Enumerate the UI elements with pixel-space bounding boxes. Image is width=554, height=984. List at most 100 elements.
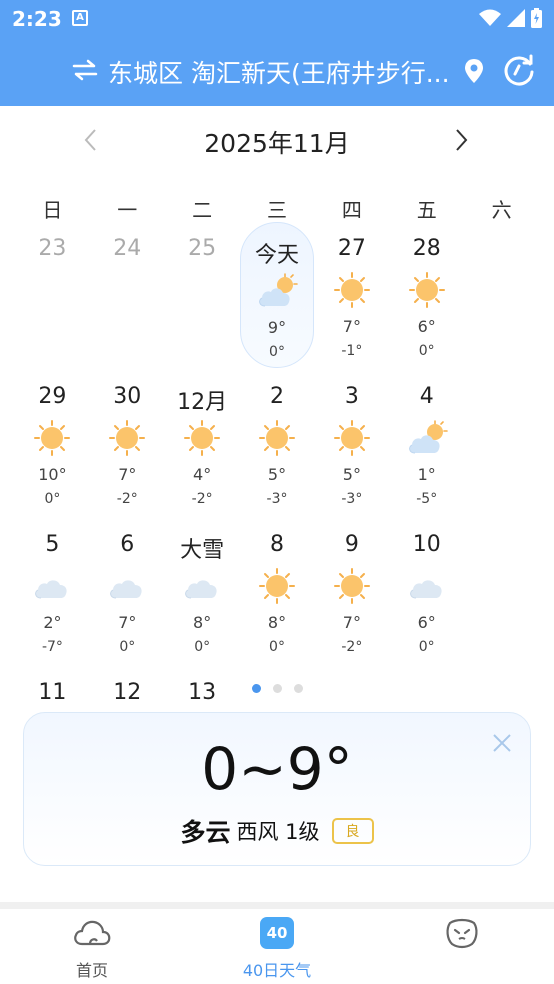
calendar-day[interactable]: 12月 4° -2° (165, 370, 240, 518)
sunny-icon (331, 566, 373, 606)
day-label: 4 (419, 384, 434, 409)
sunny-icon (331, 418, 373, 458)
day-label: 6 (120, 532, 135, 557)
day-low-temp: 0° (418, 343, 435, 359)
weekday-label: 一 (117, 198, 138, 222)
calendar-day[interactable]: 10 6° 0° (389, 518, 464, 666)
wifi-icon (479, 9, 501, 26)
day-low-temp: -2° (191, 491, 213, 507)
weekday-label: 三 (267, 198, 287, 222)
divider (0, 902, 554, 909)
calendar-day[interactable]: 27 7° -1° (314, 222, 389, 370)
day-label: 5 (45, 532, 60, 557)
day-low-temp: 0° (269, 639, 285, 655)
nav-40-day-label: 40日天气 (242, 961, 312, 980)
day-summary-card: 0~9° 多云 西风 1级 良 (23, 712, 531, 866)
page-dot-active[interactable] (251, 684, 261, 693)
day-label: 3 (344, 384, 359, 409)
wind-info: 西风 1级 (236, 820, 320, 844)
cloudy-icon (406, 566, 448, 606)
aqi-badge: 良 (331, 818, 374, 844)
day-label: 30 (113, 384, 142, 409)
day-high-temp: 1° (417, 465, 436, 484)
cloudy-icon (181, 566, 223, 606)
signal-icon (507, 9, 525, 27)
swap-icon[interactable] (72, 58, 98, 82)
location-name[interactable]: 东城区 淘汇新天(王府井步行... (108, 54, 458, 90)
day-high-temp: 7° (118, 465, 137, 484)
nav-face[interactable] (392, 909, 532, 984)
day-high-temp: 7° (342, 317, 361, 336)
day-low-temp: -5° (416, 491, 438, 507)
day-high-temp: 6° (417, 317, 436, 336)
page-dot[interactable] (293, 684, 303, 693)
day-low-temp: -2° (341, 639, 363, 655)
day-label: 9 (344, 532, 359, 557)
partly-cloudy-icon (256, 271, 298, 311)
day-label: 今天 (255, 243, 300, 268)
location-pin-icon[interactable] (463, 58, 485, 84)
day-low-temp: -3° (266, 491, 288, 507)
day-label: 28 (412, 236, 441, 261)
cloudy-icon (106, 566, 148, 606)
bottom-navigation: 首页 40 40日天气 (0, 909, 554, 984)
day-low-temp: -2° (116, 491, 138, 507)
day-label: 24 (113, 236, 142, 261)
day-high-temp: 4° (193, 465, 212, 484)
face-icon (446, 918, 478, 949)
calendar-day[interactable]: 9 7° -2° (314, 518, 389, 666)
weekday-label: 六 (491, 198, 512, 222)
day-low-temp: -3° (341, 491, 363, 507)
calendar-day[interactable]: 28 6° 0° (389, 222, 464, 370)
day-low-temp: -7° (41, 639, 63, 655)
day-low-temp: 0° (44, 491, 61, 507)
day-high-temp: 8° (193, 613, 212, 632)
day-high-temp: 7° (342, 613, 361, 632)
calendar-day[interactable]: 大雪 8° 0° (165, 518, 240, 666)
notification-icon: A (72, 10, 88, 26)
day-label: 2 (270, 384, 284, 409)
weekday-label: 四 (341, 198, 362, 222)
calendar-day[interactable]: 30 7° -2° (90, 370, 165, 518)
day-high-temp: 5° (267, 465, 287, 484)
calendar-day[interactable]: 2 5° -3° (240, 370, 315, 518)
cloudy-icon (31, 566, 73, 606)
calendar-day[interactable]: 5 2° -7° (15, 518, 90, 666)
day-high-temp: 10° (38, 465, 67, 484)
status-bar: 2:23 A (0, 0, 554, 38)
day-low-temp: -1° (341, 343, 363, 359)
calendar-day[interactable]: 23 (15, 222, 90, 370)
weather-condition: 多云 (180, 818, 231, 847)
calendar-day[interactable]: 29 10° 0° (15, 370, 90, 518)
calendar-day[interactable]: 6 7° 0° (90, 518, 165, 666)
calendar-day[interactable]: 24 (90, 222, 165, 370)
nav-40-day[interactable]: 40 40日天气 (207, 909, 347, 984)
temperature-range: 0~9° (201, 735, 353, 803)
refresh-icon[interactable] (502, 54, 536, 88)
calendar-day[interactable]: 3 5° -3° (314, 370, 389, 518)
month-navigation: 2025年11月 (0, 118, 554, 164)
day-label: 25 (188, 236, 217, 261)
day-high-temp: 2° (43, 613, 62, 632)
nav-home-label: 首页 (75, 961, 108, 980)
sunny-icon (256, 418, 298, 458)
cloud-icon (74, 920, 111, 946)
weekday-label: 日 (42, 198, 63, 222)
nav-home[interactable]: 首页 (22, 909, 162, 984)
day-low-temp: 0° (194, 639, 211, 655)
calendar-day[interactable]: 8 8° 0° (240, 518, 315, 666)
calendar-day-today[interactable]: 今天 9° 0° (239, 222, 315, 368)
weekday-label: 二 (192, 198, 213, 222)
day-label: 27 (337, 236, 366, 261)
day-high-temp: 6° (417, 613, 436, 632)
calendar-day[interactable]: 25 (165, 222, 240, 370)
page-dot[interactable] (272, 684, 282, 693)
weekday-header: 日 一 二 三 四 五 六 (15, 194, 539, 223)
sunny-icon (181, 418, 223, 458)
chevron-right-icon[interactable] (452, 126, 472, 154)
sunny-icon (31, 418, 73, 458)
summary-line: 多云 西风 1级 良 (24, 813, 530, 849)
battery-icon (531, 8, 542, 28)
sunny-icon (406, 270, 448, 310)
calendar-day[interactable]: 4 1° -5° (389, 370, 464, 518)
